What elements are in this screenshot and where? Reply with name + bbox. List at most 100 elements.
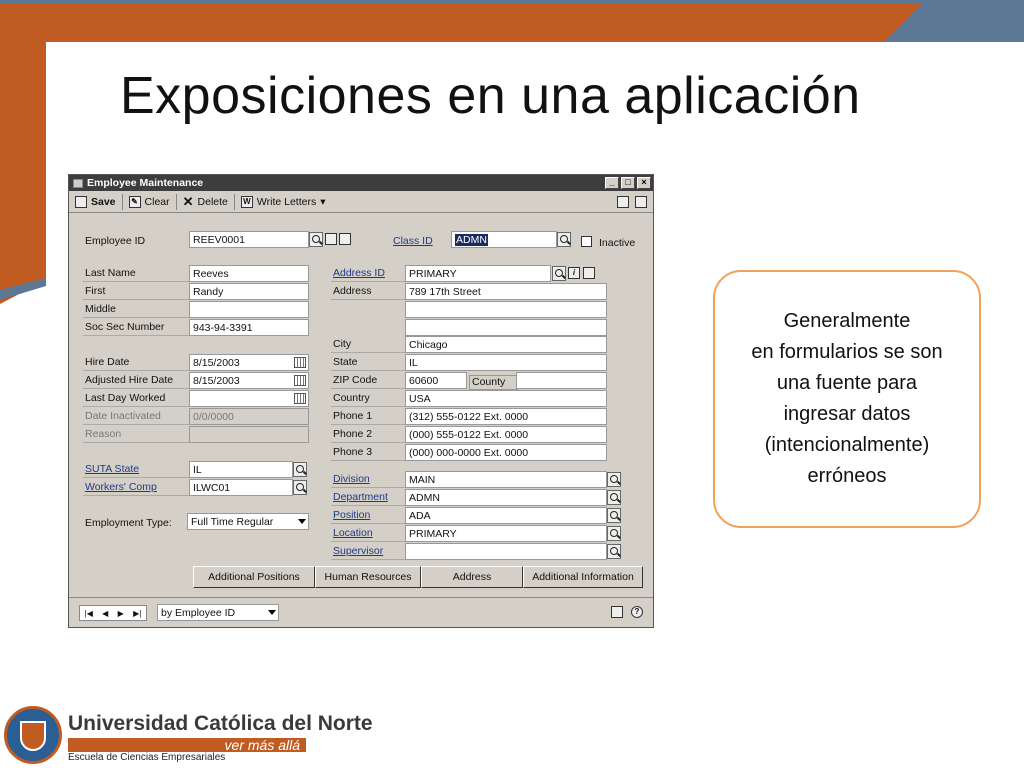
class-id-link[interactable]: Class ID [393,235,433,247]
position-link[interactable]: Position [333,509,370,521]
inactive-checkbox[interactable] [581,236,592,247]
inactive-label: Inactive [599,237,636,249]
suta-state-label-box: SUTA State [83,461,189,478]
first-label: First [85,285,106,297]
maximize-button[interactable]: □ [621,177,635,189]
delete-button[interactable]: ✕ Delete [183,194,228,210]
workers-comp-link[interactable]: Workers' Comp [85,481,157,493]
eraser-icon: ✎ [128,195,141,208]
first-name-field[interactable]: Randy [189,283,309,300]
employee-id-field[interactable]: REEV0001 [189,231,309,248]
top-orange-band [0,4,1024,42]
write-letters-button[interactable]: W Write Letters ▾ [240,195,326,208]
division-link[interactable]: Division [333,473,370,485]
city-field[interactable]: Chicago [405,336,607,353]
adjusted-hire-date-label-box: Adjusted Hire Date [83,372,189,389]
department-link[interactable]: Department [333,491,388,503]
zip-field[interactable]: 60600 [405,372,467,389]
position-field[interactable]: ADA [405,507,607,524]
next-record-icon[interactable]: ▶ [118,609,124,618]
employment-type-label: Employment Type: [85,517,172,529]
note-icon[interactable] [325,233,337,245]
class-id-field[interactable]: ADMN [451,231,557,248]
human-resources-button[interactable]: Human Resources [315,566,421,588]
calendar-icon[interactable] [294,393,306,404]
lookup-icon[interactable] [552,266,566,281]
suta-state-field[interactable]: IL [189,461,293,478]
lookup-icon[interactable] [557,232,571,247]
ssn-field[interactable]: 943-94-3391 [189,319,309,336]
county-field[interactable] [516,372,607,389]
country-field[interactable]: USA [405,390,607,407]
calendar-icon[interactable] [294,357,306,368]
lookup-icon[interactable] [309,232,323,247]
toolbar-separator [233,193,235,210]
middle-label-box: Middle [83,301,189,318]
toolbar-right [617,195,647,208]
last-day-worked-field[interactable] [189,390,309,407]
lookup-icon[interactable] [293,480,307,495]
additional-information-button[interactable]: Additional Information [523,566,643,588]
lookup-icon[interactable] [607,544,621,559]
lookup-icon[interactable] [607,472,621,487]
window-options-icon[interactable] [635,195,647,208]
lookup-icon[interactable] [607,526,621,541]
note-icon[interactable] [611,606,623,618]
address-line3-field[interactable] [405,319,607,336]
address-line2-field[interactable] [405,301,607,318]
help-icon[interactable]: ? [631,606,643,618]
phone3-field[interactable]: (000) 000-0000 Ext. 0000 [405,444,607,461]
city-label-box: City [331,336,405,353]
lookup-icon[interactable] [607,490,621,505]
sort-by-select[interactable]: by Employee ID [157,604,279,621]
suta-state-link[interactable]: SUTA State [85,463,139,475]
close-button[interactable]: × [637,177,651,189]
minimize-button[interactable]: _ [605,177,619,189]
hire-date-field[interactable]: 8/15/2003 [189,354,309,371]
lookup-icon[interactable] [607,508,621,523]
supervisor-link[interactable]: Supervisor [333,545,383,557]
address-button[interactable]: Address [421,566,523,588]
address-label-box: Address [331,283,405,300]
info-icon[interactable]: i [568,267,580,279]
adjusted-hire-date-field[interactable]: 8/15/2003 [189,372,309,389]
state-label-box: State [331,354,405,371]
slide-title: Exposiciones en una aplicación [120,67,861,125]
callout-box: Generalmente en formularios se son una f… [713,270,981,528]
previous-record-icon[interactable]: ◀ [102,609,108,618]
word-icon: W [240,195,253,208]
phone2-label-box: Phone 2 [331,426,405,443]
division-field[interactable]: MAIN [405,471,607,488]
save-button[interactable]: Save [75,195,116,208]
last-name-label-box: Last Name [83,265,189,282]
chevron-down-icon [298,519,306,524]
state-field[interactable]: IL [405,354,607,371]
last-day-worked-label-box: Last Day Worked [83,390,189,407]
location-field[interactable]: PRIMARY [405,525,607,542]
phone1-field[interactable]: (312) 555-0122 Ext. 0000 [405,408,607,425]
reason-field [189,426,309,443]
department-label-box: Department [331,489,405,506]
window-title: Employee Maintenance [87,177,204,189]
last-record-icon[interactable]: ▶| [133,609,141,618]
phone2-field[interactable]: (000) 555-0122 Ext. 0000 [405,426,607,443]
address-line1-field[interactable]: 789 17th Street [405,283,607,300]
attachment-icon[interactable] [339,233,351,245]
workers-comp-field[interactable]: ILWC01 [189,479,293,496]
address-map-icon[interactable] [583,267,595,279]
employment-type-select[interactable]: Full Time Regular [187,513,309,530]
address-id-link[interactable]: Address ID [333,267,385,279]
supervisor-field[interactable] [405,543,607,560]
address-id-field[interactable]: PRIMARY [405,265,551,282]
calendar-icon[interactable] [294,375,306,386]
first-record-icon[interactable]: |◀ [85,609,93,618]
location-link[interactable]: Location [333,527,373,539]
last-name-field[interactable]: Reeves [189,265,309,282]
department-field[interactable]: ADMN [405,489,607,506]
middle-name-field[interactable] [189,301,309,318]
address-id-label-box: Address ID [331,265,405,282]
lookup-icon[interactable] [293,462,307,477]
clear-button[interactable]: ✎ Clear [128,195,170,208]
additional-positions-button[interactable]: Additional Positions [193,566,315,588]
printer-icon[interactable] [617,195,629,208]
